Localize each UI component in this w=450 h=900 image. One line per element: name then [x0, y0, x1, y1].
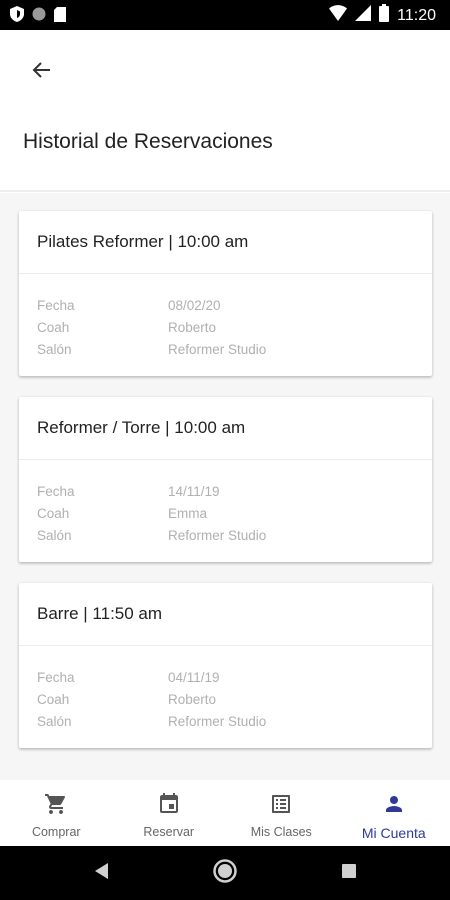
- date-row: Fecha 04/11/19: [37, 666, 414, 688]
- coach-value: Roberto: [168, 691, 217, 707]
- calendar-icon: [157, 792, 181, 821]
- status-left-icons: [10, 6, 66, 27]
- app-header: Historial de Reservaciones: [0, 30, 450, 192]
- nav-item-mis-clases[interactable]: Mis Clases: [225, 780, 338, 846]
- coach-row: Coah Roberto: [37, 688, 414, 710]
- room-row: Salón Reformer Studio: [37, 338, 414, 360]
- reservation-list: Pilates Reformer | 10:00 am Fecha 08/02/…: [0, 193, 450, 780]
- room-row: Salón Reformer Studio: [37, 524, 414, 546]
- reservation-title: Reformer / Torre | 10:00 am: [19, 397, 432, 460]
- person-icon: [382, 792, 406, 821]
- cart-icon: [44, 792, 68, 821]
- system-recents-button[interactable]: [336, 860, 362, 886]
- status-bar: 11:20: [0, 0, 450, 30]
- reservation-title: Barre | 11:50 am: [19, 583, 432, 646]
- nav-label: Comprar: [31, 825, 81, 839]
- room-label: Salón: [37, 713, 72, 729]
- date-value: 08/02/20: [168, 297, 221, 313]
- nav-item-mi-cuenta[interactable]: Mi Cuenta: [338, 780, 450, 846]
- circle-icon: [32, 7, 46, 26]
- nav-item-comprar[interactable]: Comprar: [0, 780, 113, 846]
- sd-card-icon: [54, 6, 66, 27]
- nav-label: Reservar: [143, 825, 195, 839]
- reservation-details: Fecha 08/02/20 Coah Roberto Salón Reform…: [19, 274, 432, 376]
- date-row: Fecha 14/11/19: [37, 480, 414, 502]
- date-label: Fecha: [37, 297, 75, 313]
- room-label: Salón: [37, 527, 72, 543]
- nav-item-reservar[interactable]: Reservar: [113, 780, 226, 846]
- bottom-navigation: Comprar Reservar Mis Clases Mi Cuenta: [0, 780, 450, 846]
- nav-label: Mi Cuenta: [361, 825, 426, 841]
- coach-value: Emma: [168, 505, 208, 521]
- app-screen: 11:20 Historial de Reservaciones Pilates…: [0, 0, 450, 900]
- room-value: Reformer Studio: [168, 713, 267, 729]
- shield-icon: [10, 6, 24, 27]
- coach-label: Coah: [37, 691, 70, 707]
- reservation-title: Pilates Reformer | 10:00 am: [19, 211, 432, 274]
- coach-value: Roberto: [168, 319, 217, 335]
- status-right: 11:20: [329, 4, 436, 27]
- date-row: Fecha 08/02/20: [37, 294, 414, 316]
- coach-label: Coah: [37, 505, 70, 521]
- wifi-icon: [329, 5, 348, 26]
- reservation-card[interactable]: Reformer / Torre | 10:00 am Fecha 14/11/…: [19, 397, 432, 562]
- back-triangle-icon: [92, 861, 110, 886]
- page-title: Historial de Reservaciones: [23, 130, 273, 153]
- signal-icon: [355, 5, 372, 26]
- date-value: 04/11/19: [168, 669, 220, 685]
- room-value: Reformer Studio: [168, 527, 267, 543]
- reservation-card[interactable]: Pilates Reformer | 10:00 am Fecha 08/02/…: [19, 211, 432, 376]
- room-value: Reformer Studio: [168, 341, 267, 357]
- system-navigation-bar: [0, 846, 450, 900]
- coach-row: Coah Emma: [37, 502, 414, 524]
- status-time: 11:20: [397, 6, 436, 24]
- system-home-button[interactable]: [212, 858, 238, 889]
- date-label: Fecha: [37, 483, 75, 499]
- reservation-card[interactable]: Barre | 11:50 am Fecha 04/11/19 Coah Rob…: [19, 583, 432, 748]
- back-button[interactable]: [24, 54, 60, 90]
- arrow-left-icon: [32, 60, 52, 85]
- reservation-details: Fecha 14/11/19 Coah Emma Salón Reformer …: [19, 460, 432, 562]
- coach-row: Coah Roberto: [37, 316, 414, 338]
- room-label: Salón: [37, 341, 72, 357]
- date-label: Fecha: [37, 669, 75, 685]
- recents-square-icon: [341, 863, 357, 884]
- battery-icon: [379, 4, 390, 27]
- room-row: Salón Reformer Studio: [37, 710, 414, 732]
- coach-label: Coah: [37, 319, 70, 335]
- nav-label: Mis Clases: [250, 825, 312, 839]
- list-icon: [269, 792, 293, 821]
- date-value: 14/11/19: [168, 483, 220, 499]
- home-circle-icon: [212, 858, 238, 889]
- reservation-details: Fecha 04/11/19 Coah Roberto Salón Reform…: [19, 646, 432, 748]
- system-back-button[interactable]: [88, 860, 114, 886]
